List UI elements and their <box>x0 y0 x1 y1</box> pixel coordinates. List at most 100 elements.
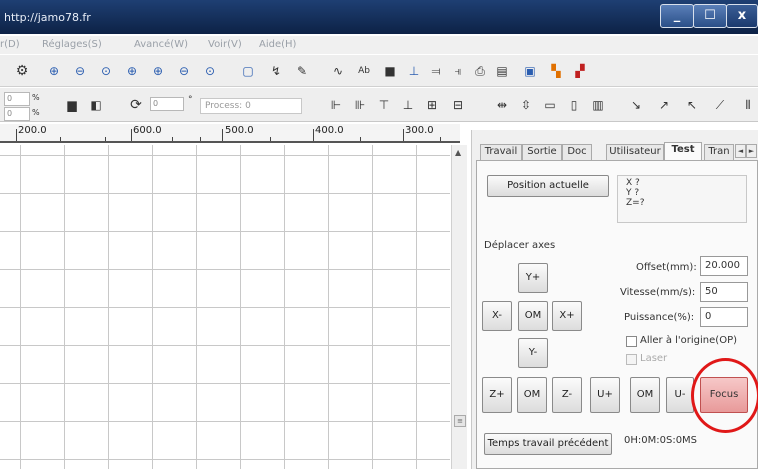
zoom-all-icon[interactable]: ⊖ <box>176 63 192 79</box>
rotate-input[interactable]: 0 <box>150 97 184 111</box>
zoom-out-icon[interactable]: ⊖ <box>72 63 88 79</box>
space-vertical-icon[interactable]: ⇳ <box>518 97 534 113</box>
u-origin-button[interactable]: OM <box>630 377 660 413</box>
offset-label: Offset(mm): <box>636 262 697 273</box>
align-left-icon[interactable]: ⊩ <box>328 97 344 113</box>
current-position-button[interactable]: Position actuelle <box>487 175 609 197</box>
tab-transfer[interactable]: Tran <box>704 144 734 160</box>
align-tool-icon[interactable]: ⊥ <box>406 63 422 79</box>
y-minus-button[interactable]: Y- <box>518 338 548 368</box>
ruler-label: 200.0 <box>18 125 47 136</box>
align-top-icon[interactable]: ⊤ <box>376 97 392 113</box>
print-icon[interactable]: ⎙ <box>472 63 488 79</box>
laser-checkbox[interactable] <box>626 354 637 365</box>
power-field[interactable]: 0 <box>700 307 748 327</box>
u-minus-button[interactable]: U- <box>666 377 694 413</box>
power-label: Puissance(%): <box>624 312 695 323</box>
horizontal-ruler: 200.0 600.0 500.0 400.0 300.0 <box>0 124 460 143</box>
gear-icon[interactable]: ⚙ <box>14 63 30 79</box>
position-z: Z=? <box>626 198 645 208</box>
node-edit-icon[interactable]: ↯ <box>268 63 284 79</box>
x-minus-button[interactable]: X- <box>482 301 512 331</box>
tab-utilisateur[interactable]: Utilisateur <box>606 144 664 160</box>
tab-scroll-left-icon[interactable]: ◄ <box>735 144 746 158</box>
main-toolbar: ⚙ ⊕ ⊖ ⊙ ⊕ ⊕ ⊖ ⊙ ▢ ↯ ✎ ∿ Ab ■ ⊥ ⫤ ⫣ ⎙ ▤ ▣… <box>0 55 758 87</box>
previous-work-time-button[interactable]: Temps travail précédent <box>484 433 612 455</box>
canvas-vertical-scrollbar[interactable]: ▲ ≡ <box>451 145 467 469</box>
rotate-icon[interactable]: ⟳ <box>128 97 144 113</box>
space-horizontal-icon[interactable]: ⇹ <box>494 97 510 113</box>
tab-test[interactable]: Test <box>664 142 702 161</box>
tab-sortie[interactable]: Sortie <box>522 144 562 160</box>
process-label: Process: <box>205 101 243 111</box>
scale-y-input[interactable]: 0 <box>4 107 30 121</box>
line-corner-icon[interactable]: ↖ <box>684 97 700 113</box>
xy-origin-button[interactable]: OM <box>518 301 548 331</box>
rectangle-select-icon[interactable]: ▢ <box>240 63 256 79</box>
panel-tabs: Travail Sortie Doc Utilisateur Test Tran… <box>476 142 758 161</box>
text-tool-icon[interactable]: Ab <box>356 63 372 79</box>
scale-y-unit: % <box>32 108 40 117</box>
position-y: Y ? <box>626 188 640 198</box>
curve-icon[interactable]: ∿ <box>330 63 346 79</box>
lock-ratio-icon[interactable]: ▆ <box>64 97 80 113</box>
output-icon[interactable]: ▤ <box>494 63 510 79</box>
distribute-h-icon[interactable]: ⫤ <box>428 63 444 79</box>
line-vertical-icon[interactable]: ⫴ <box>740 97 756 113</box>
u-plus-button[interactable]: U+ <box>590 377 620 413</box>
edit-toolbar: 0 % 0 % ▆ ◧ ⟳ 0 ° Process: 0 ⊩ ⊪ ⊤ ⊥ ⊞ ⊟… <box>0 88 758 122</box>
work-canvas[interactable] <box>0 145 450 469</box>
layers-color-icon[interactable]: ▚ <box>548 63 564 79</box>
menu-item-advanced[interactable]: Avancé(W) <box>134 39 188 50</box>
rectangle-tool-icon[interactable]: ■ <box>382 63 398 79</box>
go-origin-label: Aller à l'origine(OP) <box>640 335 738 346</box>
menu-item-help[interactable]: Aide(H) <box>259 39 296 50</box>
scale-x-input[interactable]: 0 <box>4 92 30 106</box>
x-plus-button[interactable]: X+ <box>552 301 582 331</box>
title-bar: http://jamo78.fr _ ☐ x <box>0 0 758 34</box>
minimize-button[interactable]: _ <box>660 4 694 28</box>
speed-field[interactable]: 50 <box>700 282 748 302</box>
maximize-button[interactable]: ☐ <box>693 4 727 28</box>
layers-color-2-icon[interactable]: ▞ <box>572 63 588 79</box>
zoom-page-icon[interactable]: ⊕ <box>124 63 140 79</box>
zoom-fit-icon[interactable]: ⊙ <box>98 63 114 79</box>
z-plus-button[interactable]: Z+ <box>482 377 512 413</box>
tab-scroll-right-icon[interactable]: ► <box>746 144 757 158</box>
draw-pen-icon[interactable]: ✎ <box>294 63 310 79</box>
z-origin-button[interactable]: OM <box>517 377 547 413</box>
close-button[interactable]: x <box>726 4 758 28</box>
offset-field[interactable]: 20.000 <box>700 256 748 276</box>
zoom-selection-icon[interactable]: ⊕ <box>150 63 166 79</box>
zoom-custom-icon[interactable]: ⊙ <box>202 63 218 79</box>
line-slash-icon[interactable]: ⟋ <box>712 97 728 113</box>
menu-item-file[interactable]: r(D) <box>0 39 20 50</box>
align-middle-icon[interactable]: ⊟ <box>450 97 466 113</box>
same-size-icon[interactable]: ▥ <box>590 97 606 113</box>
distribute-v-icon[interactable]: ⫣ <box>450 63 466 79</box>
window-title: http://jamo78.fr <box>4 11 91 24</box>
line-diag-icon[interactable]: ↘ <box>628 97 644 113</box>
scroll-grip-icon[interactable]: ≡ <box>454 415 466 427</box>
z-minus-button[interactable]: Z- <box>552 377 582 413</box>
scroll-up-icon[interactable]: ▲ <box>455 148 461 157</box>
align-right-icon[interactable]: ⊪ <box>352 97 368 113</box>
y-plus-button[interactable]: Y+ <box>518 263 548 293</box>
same-width-icon[interactable]: ▭ <box>542 97 558 113</box>
align-bottom-icon[interactable]: ⊥ <box>400 97 416 113</box>
process-field[interactable]: Process: 0 <box>200 98 302 114</box>
align-center-icon[interactable]: ⊞ <box>424 97 440 113</box>
same-height-icon[interactable]: ▯ <box>566 97 582 113</box>
menu-item-settings[interactable]: Réglages(S) <box>42 39 102 50</box>
rotate-unit: ° <box>188 95 193 105</box>
mirror-icon[interactable]: ◧ <box>88 97 104 113</box>
line-angle-icon[interactable]: ↗ <box>656 97 672 113</box>
move-axes-label: Déplacer axes <box>484 240 556 251</box>
tab-doc[interactable]: Doc <box>562 144 592 160</box>
monitor-icon[interactable]: ▣ <box>522 63 538 79</box>
tab-travail[interactable]: Travail <box>480 144 522 160</box>
go-origin-checkbox[interactable] <box>626 336 637 347</box>
menu-item-view[interactable]: Voir(V) <box>208 39 242 50</box>
zoom-in-icon[interactable]: ⊕ <box>46 63 62 79</box>
process-value: 0 <box>245 101 251 111</box>
